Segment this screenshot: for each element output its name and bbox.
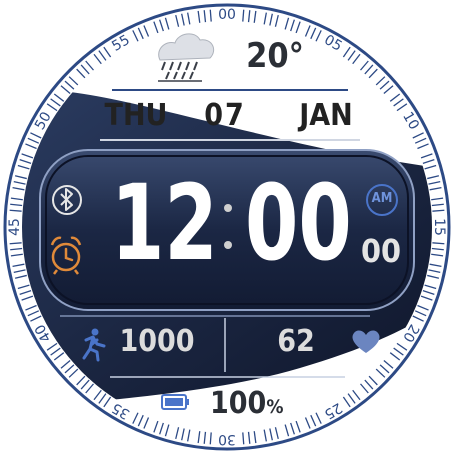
tick-mark <box>209 432 212 445</box>
tick-mark <box>432 242 445 245</box>
heart-rate: 62 <box>277 324 315 359</box>
bezel-label: 30 <box>218 431 236 447</box>
tick-mark <box>242 9 245 22</box>
tick-mark <box>209 9 212 22</box>
month: JAN <box>299 98 353 133</box>
colon-dot <box>224 241 232 249</box>
day: 07 <box>204 98 246 133</box>
tick-mark <box>9 209 22 212</box>
steps-count: 1000 <box>119 324 195 359</box>
seconds: 00 <box>360 232 402 270</box>
weekday: THU <box>104 98 168 133</box>
temperature: 20° <box>246 36 304 76</box>
bezel-label: 00 <box>218 7 236 23</box>
time-panel <box>39 149 415 311</box>
bezel-label: 15 <box>431 218 447 236</box>
colon-dot <box>224 204 232 212</box>
minutes: 00 <box>244 162 352 284</box>
battery-percent: 100% <box>210 386 284 421</box>
tick-mark <box>432 209 445 212</box>
ampm: AM <box>371 191 393 206</box>
tick-mark <box>242 432 245 445</box>
bezel-label: 45 <box>7 218 23 236</box>
hours: 12 <box>110 162 218 284</box>
tick-mark <box>9 242 22 245</box>
